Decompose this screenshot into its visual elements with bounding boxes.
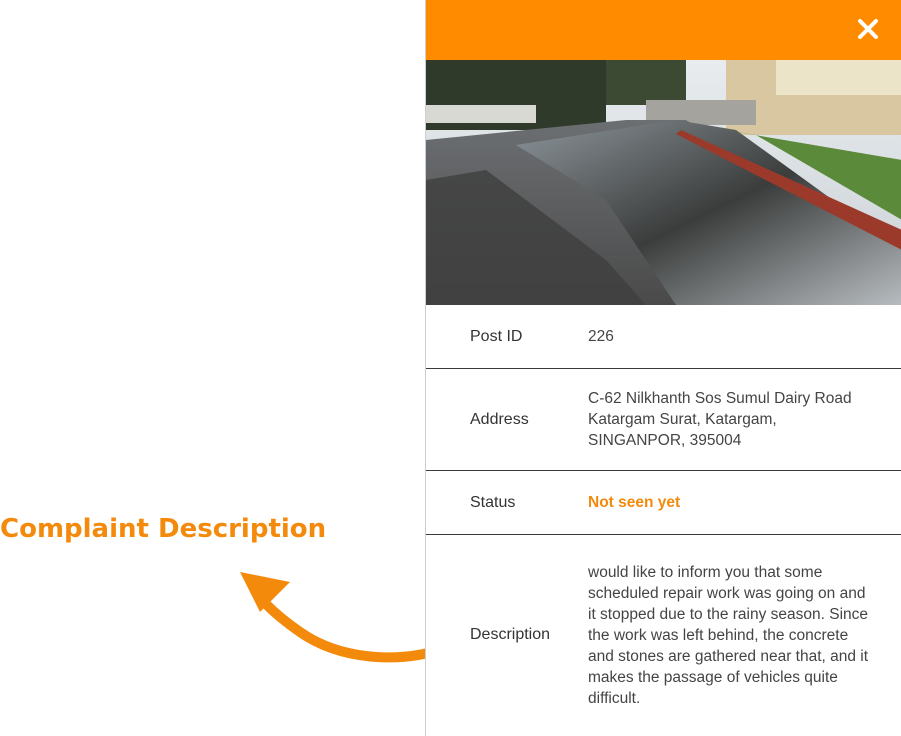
post-id-value: 226 (588, 328, 614, 345)
post-id-label: Post ID (470, 327, 523, 345)
description-row: Description would like to inform you tha… (426, 535, 901, 735)
address-label: Address (470, 410, 529, 428)
status-label: Status (470, 493, 516, 511)
annotation-title: Complaint Description (0, 514, 327, 544)
screen: Complaint Description Post ID 226 Addres… (0, 0, 901, 736)
status-value: Not seen yet (588, 494, 681, 511)
status-row: Status Not seen yet (426, 471, 901, 535)
post-id-row: Post ID 226 (426, 305, 901, 369)
description-value: would like to inform you that some sched… (588, 563, 869, 707)
address-value: C-62 Nilkhanth Sos Sumul Dairy Road Kata… (588, 390, 852, 449)
panel-header (426, 0, 901, 60)
description-label: Description (470, 626, 551, 643)
complaint-photo (426, 60, 901, 305)
complaint-detail-panel: Post ID 226 Address C-62 Nilkhanth Sos S… (425, 0, 901, 736)
close-icon[interactable] (853, 14, 883, 44)
address-row: Address C-62 Nilkhanth Sos Sumul Dairy R… (426, 369, 901, 471)
